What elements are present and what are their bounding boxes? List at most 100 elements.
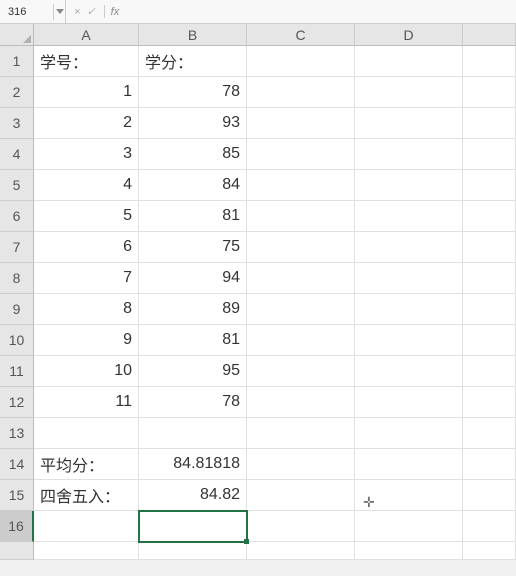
cell-E6[interactable]: [463, 201, 516, 232]
cell-E11[interactable]: [463, 356, 516, 387]
cell-D8[interactable]: [355, 263, 463, 294]
cell-E9[interactable]: [463, 294, 516, 325]
cell-C14[interactable]: [247, 449, 355, 480]
formula-input[interactable]: [125, 3, 512, 21]
cell-E12[interactable]: [463, 387, 516, 418]
row-header-1[interactable]: 1: [0, 46, 34, 77]
cell-A1[interactable]: 学号：: [34, 46, 139, 77]
cell-D15[interactable]: [355, 480, 463, 511]
cell-C8[interactable]: [247, 263, 355, 294]
cell-A8[interactable]: 7: [34, 263, 139, 294]
cell-B14[interactable]: 84.81818: [139, 449, 247, 480]
column-header-D[interactable]: D: [355, 24, 463, 46]
cell-B9[interactable]: 89: [139, 294, 247, 325]
cell-D14[interactable]: [355, 449, 463, 480]
cell-B3[interactable]: 93: [139, 108, 247, 139]
cell-B1[interactable]: 学分：: [139, 46, 247, 77]
cell-C16[interactable]: [247, 511, 355, 542]
row-header-17[interactable]: [0, 542, 34, 560]
row-header-6[interactable]: 6: [0, 201, 34, 232]
cell-C6[interactable]: [247, 201, 355, 232]
cell-D12[interactable]: [355, 387, 463, 418]
cell-E15[interactable]: [463, 480, 516, 511]
cell-C10[interactable]: [247, 325, 355, 356]
cell-B6[interactable]: 81: [139, 201, 247, 232]
cell-C13[interactable]: [247, 418, 355, 449]
cell-D16[interactable]: [355, 511, 463, 542]
cell-D7[interactable]: [355, 232, 463, 263]
cell-A17[interactable]: [34, 542, 139, 560]
cell-A13[interactable]: [34, 418, 139, 449]
cell-E7[interactable]: [463, 232, 516, 263]
cell-E16[interactable]: [463, 511, 516, 542]
spreadsheet-grid[interactable]: ABCD1学号：学分：21783293438554846581767587949…: [0, 24, 516, 560]
row-header-8[interactable]: 8: [0, 263, 34, 294]
cell-C4[interactable]: [247, 139, 355, 170]
cell-A9[interactable]: 8: [34, 294, 139, 325]
cell-B12[interactable]: 78: [139, 387, 247, 418]
cell-E14[interactable]: [463, 449, 516, 480]
cell-A10[interactable]: 9: [34, 325, 139, 356]
cell-A7[interactable]: 6: [34, 232, 139, 263]
cell-D13[interactable]: [355, 418, 463, 449]
cell-D11[interactable]: [355, 356, 463, 387]
cell-A16[interactable]: [34, 511, 139, 542]
cell-B7[interactable]: 75: [139, 232, 247, 263]
cell-D2[interactable]: [355, 77, 463, 108]
cell-B13[interactable]: [139, 418, 247, 449]
cell-E3[interactable]: [463, 108, 516, 139]
cell-D3[interactable]: [355, 108, 463, 139]
cell-B10[interactable]: 81: [139, 325, 247, 356]
cell-D9[interactable]: [355, 294, 463, 325]
cancel-icon[interactable]: ×: [74, 6, 80, 18]
cell-C15[interactable]: [247, 480, 355, 511]
row-header-14[interactable]: 14: [0, 449, 34, 480]
cell-D4[interactable]: [355, 139, 463, 170]
cell-E10[interactable]: [463, 325, 516, 356]
row-header-3[interactable]: 3: [0, 108, 34, 139]
name-box-dropdown[interactable]: [54, 0, 66, 23]
cell-C5[interactable]: [247, 170, 355, 201]
cell-B4[interactable]: 85: [139, 139, 247, 170]
cell-A15[interactable]: 四舍五入：: [34, 480, 139, 511]
confirm-icon[interactable]: ✓: [86, 5, 95, 18]
cell-C17[interactable]: [247, 542, 355, 560]
cell-C7[interactable]: [247, 232, 355, 263]
row-header-12[interactable]: 12: [0, 387, 34, 418]
name-box[interactable]: 316: [4, 4, 54, 20]
cell-B17[interactable]: [139, 542, 247, 560]
cell-B16[interactable]: [139, 511, 247, 542]
cell-E4[interactable]: [463, 139, 516, 170]
row-header-15[interactable]: 15: [0, 480, 34, 511]
fx-icon[interactable]: fx: [105, 6, 126, 18]
select-all-corner[interactable]: [0, 24, 34, 46]
row-header-16[interactable]: 16: [0, 511, 34, 542]
cell-C9[interactable]: [247, 294, 355, 325]
row-header-2[interactable]: 2: [0, 77, 34, 108]
row-header-5[interactable]: 5: [0, 170, 34, 201]
row-header-9[interactable]: 9: [0, 294, 34, 325]
cell-B2[interactable]: 78: [139, 77, 247, 108]
cell-B5[interactable]: 84: [139, 170, 247, 201]
cell-A4[interactable]: 3: [34, 139, 139, 170]
row-header-11[interactable]: 11: [0, 356, 34, 387]
cell-A14[interactable]: 平均分：: [34, 449, 139, 480]
row-header-10[interactable]: 10: [0, 325, 34, 356]
row-header-7[interactable]: 7: [0, 232, 34, 263]
cell-A5[interactable]: 4: [34, 170, 139, 201]
cell-C1[interactable]: [247, 46, 355, 77]
cell-B11[interactable]: 95: [139, 356, 247, 387]
cell-D17[interactable]: [355, 542, 463, 560]
cell-A11[interactable]: 10: [34, 356, 139, 387]
cell-D5[interactable]: [355, 170, 463, 201]
cell-C12[interactable]: [247, 387, 355, 418]
cell-A6[interactable]: 5: [34, 201, 139, 232]
column-header-C[interactable]: C: [247, 24, 355, 46]
cell-A3[interactable]: 2: [34, 108, 139, 139]
cell-D1[interactable]: [355, 46, 463, 77]
cell-E5[interactable]: [463, 170, 516, 201]
column-header-B[interactable]: B: [139, 24, 247, 46]
cell-E1[interactable]: [463, 46, 516, 77]
cell-A12[interactable]: 11: [34, 387, 139, 418]
column-header-A[interactable]: A: [34, 24, 139, 46]
